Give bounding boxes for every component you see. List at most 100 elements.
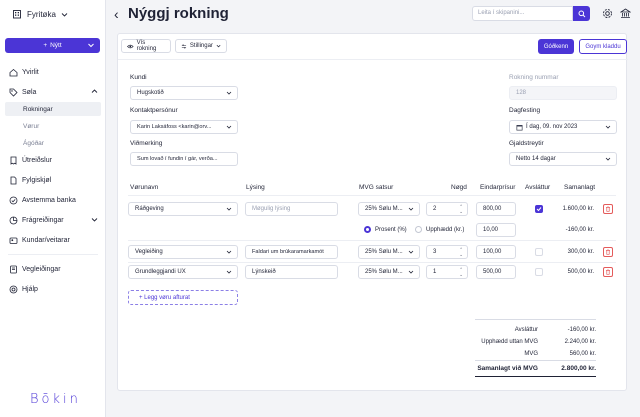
summary-vat-value: 560,00 kr. xyxy=(569,351,596,357)
col-header-total: Samanlagt xyxy=(564,184,596,191)
eye-icon xyxy=(127,44,134,48)
date-picker[interactable]: Í dag, 09. nov 2023 xyxy=(509,120,617,134)
note-label: Viðmerking xyxy=(130,140,163,147)
view-invoice-button[interactable]: Vís rokning xyxy=(121,39,171,53)
bank-icon[interactable] xyxy=(620,8,631,19)
sidebar-subitem-invoices[interactable]: Rokningar xyxy=(5,102,101,116)
sliders-icon xyxy=(181,44,187,48)
company-switcher[interactable]: Fyritøka xyxy=(12,9,68,19)
row3-vat-select[interactable]: 25% Sølu M... xyxy=(358,265,420,279)
sidebar-subitem-products[interactable]: Vørur xyxy=(0,119,106,133)
row2-unit-price-input[interactable]: 100,00 xyxy=(476,245,516,259)
check-circle-icon xyxy=(9,196,17,204)
top-bar: ‹ Nýggj rokning Leita í skipanini... xyxy=(106,0,640,30)
row3-description-input[interactable]: Lýnskeið xyxy=(245,265,338,279)
row3-qty-stepper[interactable]: 1 ⌃ ⌄ xyxy=(426,265,468,279)
trash-icon xyxy=(606,269,610,275)
sidebar-subitem-profits[interactable]: Ágóðar xyxy=(0,136,106,150)
chevron-down-icon xyxy=(605,125,611,129)
note-input[interactable]: Sum lovað í fundin í gár, verða... xyxy=(130,152,238,166)
row2-qty-stepper[interactable]: 3 ⌃ ⌄ xyxy=(426,245,468,259)
row2-description-input[interactable]: Faldari um brúkaramarkamót xyxy=(245,245,338,259)
sidebar-item-overview[interactable]: Yvirlit xyxy=(0,62,106,82)
contact-select[interactable]: Karin Laksáfoss <karin@orv... xyxy=(130,120,238,134)
chevron-down-icon xyxy=(226,270,232,274)
sidebar-item-bank-reconcile[interactable]: Avstemma banka xyxy=(0,190,106,210)
row1-delete-button[interactable] xyxy=(603,204,613,214)
row3-qty: 1 xyxy=(433,269,437,275)
save-draft-button[interactable]: Goym kladdu xyxy=(579,39,627,54)
row2-vat-select[interactable]: 25% Sølu M... xyxy=(358,245,420,259)
summary-total-divider xyxy=(475,360,596,361)
calendar-icon xyxy=(516,124,523,130)
sidebar-item-sales[interactable]: Søla xyxy=(0,82,106,102)
chevron-down-icon xyxy=(88,43,94,48)
gear-icon[interactable] xyxy=(602,8,613,19)
row2-discount-checkbox[interactable] xyxy=(535,248,543,256)
chevron-down-icon xyxy=(226,124,232,130)
row2-product: Vegleiðing xyxy=(135,249,163,255)
search-input[interactable]: Leita í skipanini... xyxy=(472,6,573,21)
row1-qty-stepper[interactable]: 2 ⌃ ⌄ xyxy=(426,202,468,216)
sidebar-item-attachments[interactable]: Fylgiskjøl xyxy=(0,170,106,190)
row2-delete-button[interactable] xyxy=(603,247,613,257)
customer-select[interactable]: Hugskotið xyxy=(130,86,238,100)
search-button[interactable] xyxy=(573,6,590,21)
sidebar-item-label: Avstemma banka xyxy=(22,196,76,204)
row1-unit-price-input[interactable]: 800,00 xyxy=(476,202,516,216)
discount-value-input[interactable]: 10,00 xyxy=(476,223,516,237)
brand-logo: Bōkin xyxy=(30,392,81,407)
summary-discount-value: -160,00 kr. xyxy=(567,327,596,333)
row1-vat-select[interactable]: 25% Sølu M... xyxy=(358,202,420,216)
page-title: Nýggj rokning xyxy=(128,5,229,22)
row3-product: Grundleggjandi UX xyxy=(135,269,186,275)
stepper-arrows-icon[interactable]: ⌃ ⌄ xyxy=(459,204,463,214)
people-icon xyxy=(9,237,17,244)
sidebar-item-label: Fylgiskjøl xyxy=(22,176,52,184)
sidebar-item-label: Frágreiðingar xyxy=(22,216,64,224)
summary-total-value: 2.800,00 kr. xyxy=(561,365,596,372)
stepper-arrows-icon[interactable]: ⌃ ⌄ xyxy=(459,247,463,257)
finalize-button[interactable]: Góðkenn xyxy=(538,39,574,54)
row2-product-select[interactable]: Vegleiðing xyxy=(128,245,238,259)
row3-delete-button[interactable] xyxy=(603,267,613,277)
chevron-down-icon xyxy=(216,44,221,48)
settings-dropdown[interactable]: Stillingar xyxy=(175,39,227,53)
row1-qty: 2 xyxy=(433,206,437,212)
back-arrow-icon[interactable]: ‹ xyxy=(114,6,119,22)
chevron-down-icon xyxy=(408,270,414,274)
sidebar-item-customers-suppliers[interactable]: Kundar/veitarar xyxy=(0,230,106,250)
sidebar-item-guides[interactable]: Vegleiðingar xyxy=(0,259,106,279)
chevron-down-icon xyxy=(226,207,232,211)
new-button[interactable]: + Nýtt xyxy=(5,38,100,53)
add-line-button[interactable]: + Legg vøru afturat xyxy=(128,290,238,305)
discount-amount-radio[interactable] xyxy=(415,226,422,233)
summary-vat-label: MVG xyxy=(524,351,538,357)
invoice-number-label: Rokning nummar xyxy=(509,74,559,81)
chevron-down-icon xyxy=(226,91,232,95)
sidebar-item-expenses[interactable]: Útreiðslur xyxy=(0,150,106,170)
invoice-number-field: 128 xyxy=(509,86,617,100)
discount-percent-label: Prosent (%) xyxy=(375,227,407,233)
terms-select[interactable]: Netto 14 dagar xyxy=(509,152,617,166)
col-header-discount: Avsláttur xyxy=(525,184,551,191)
row1-description-input[interactable]: Møgulig lýsing xyxy=(245,202,338,216)
chevron-down-icon xyxy=(91,218,98,222)
row1-discount-checkbox[interactable] xyxy=(535,205,543,213)
plus-icon: + xyxy=(43,42,48,49)
row1-product-select[interactable]: Ráðgeving xyxy=(128,202,238,216)
trash-icon xyxy=(606,249,610,255)
discount-percent-radio[interactable] xyxy=(364,226,371,233)
col-header-product: Vørunavn xyxy=(130,184,159,191)
sidebar-item-reports[interactable]: Frágreiðingar xyxy=(0,210,106,230)
row3-discount-checkbox[interactable] xyxy=(535,268,543,276)
customer-label: Kundi xyxy=(130,74,147,81)
date-value: Í dag, 09. nov 2023 xyxy=(526,124,578,130)
sidebar-item-help[interactable]: Hjálp xyxy=(0,279,106,299)
discount-row-total: -160,00 kr. xyxy=(565,227,594,233)
row3-product-select[interactable]: Grundleggjandi UX xyxy=(128,265,238,279)
chevron-down-icon xyxy=(61,12,68,17)
row3-unit-price-input[interactable]: 500,00 xyxy=(476,265,516,279)
toolbar-divider xyxy=(118,59,628,60)
stepper-arrows-icon[interactable]: ⌃ ⌄ xyxy=(459,267,463,277)
